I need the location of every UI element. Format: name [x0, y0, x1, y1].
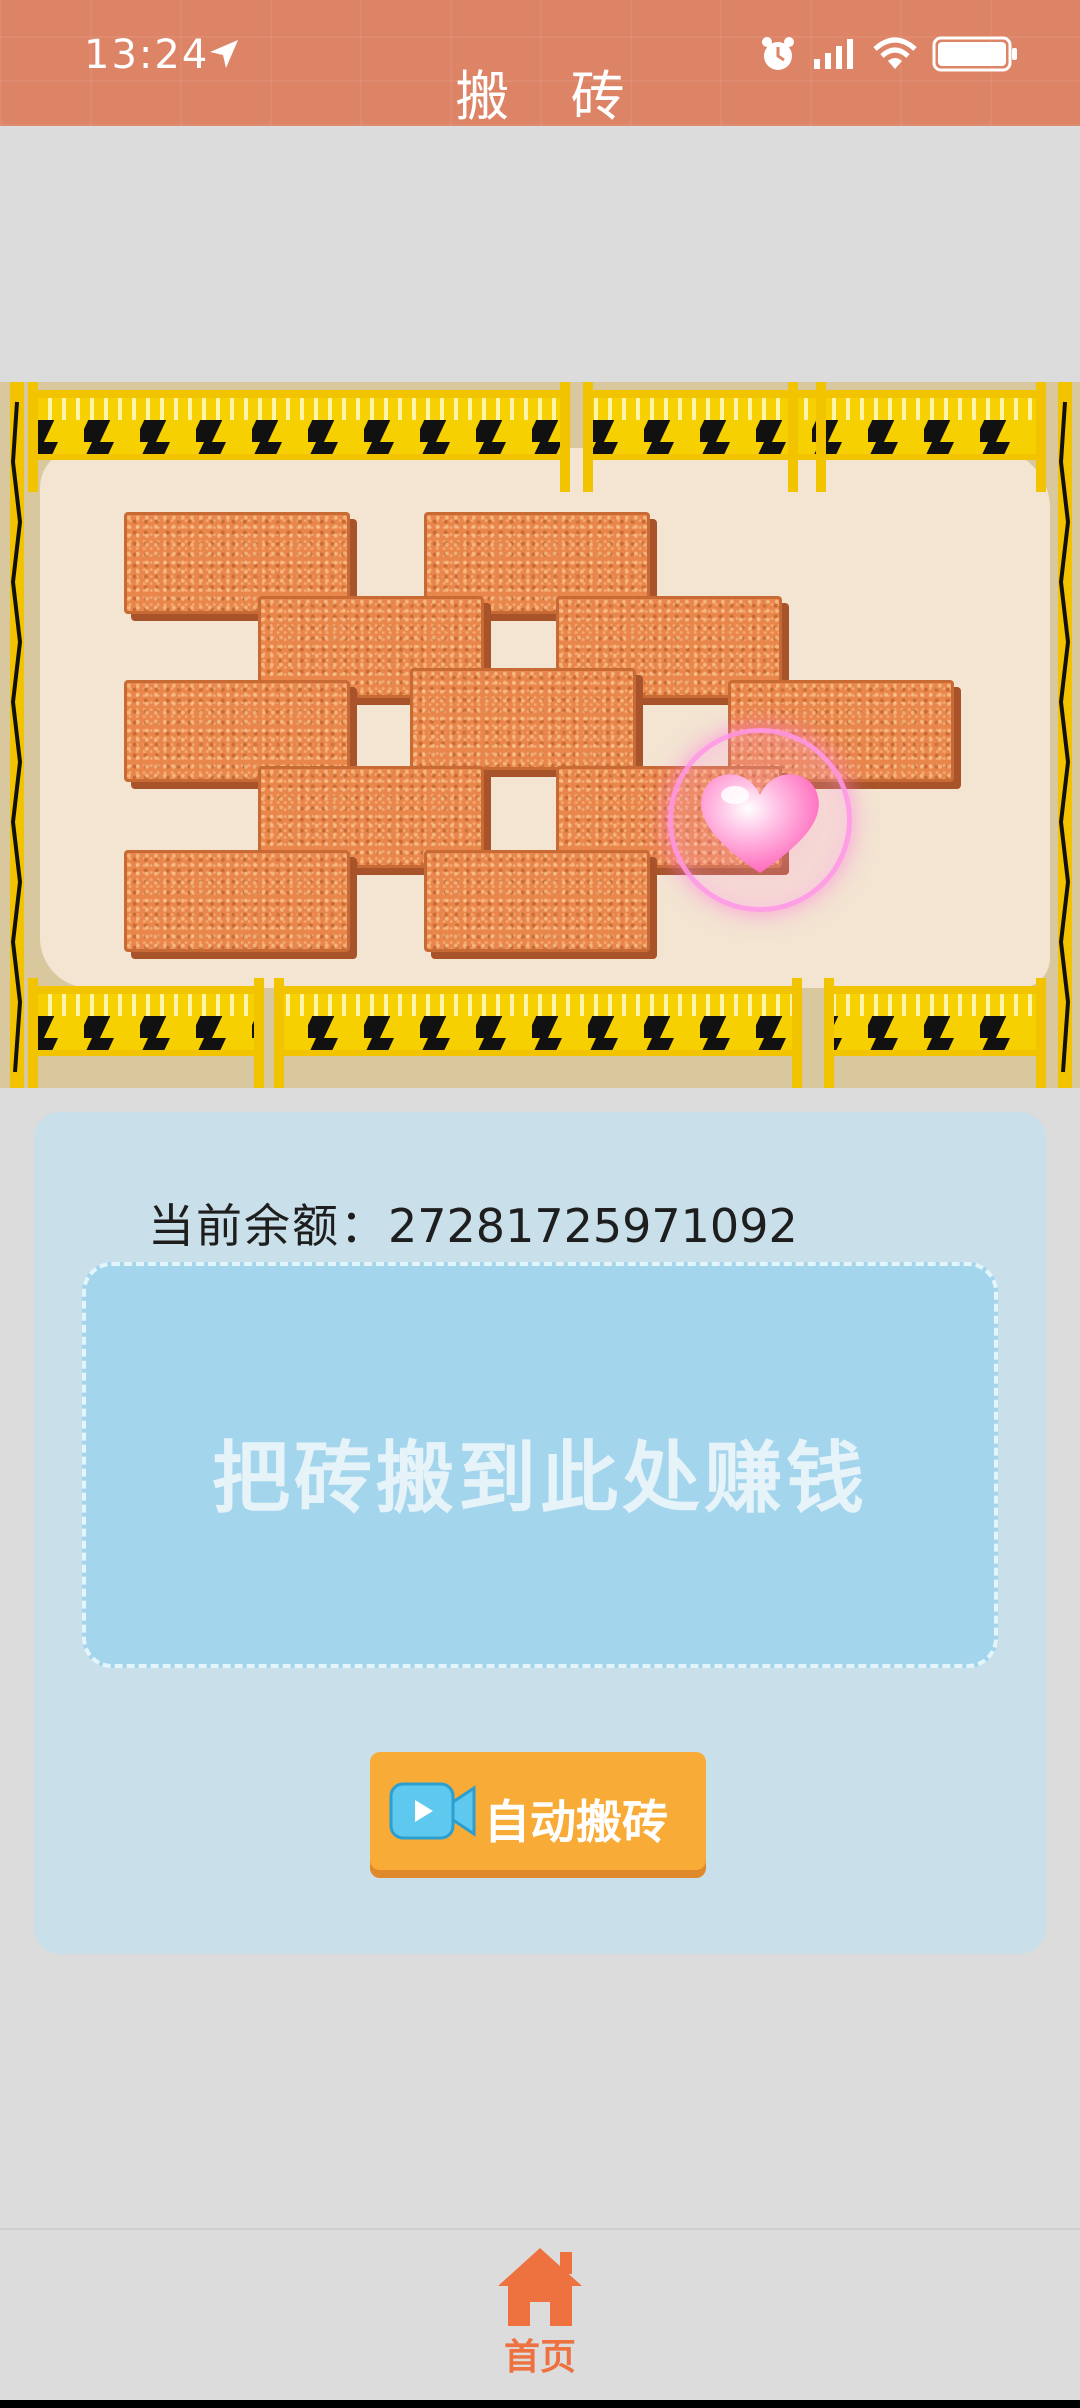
balance-value: 27281725971092 [388, 1199, 798, 1253]
gesture-bar [0, 2400, 1080, 2408]
construction-barrier-left [10, 382, 24, 1088]
header-bar: 13:24 搬 砖 [0, 0, 1080, 128]
auto-move-bricks-button[interactable]: 自动搬砖 [370, 1752, 706, 1870]
brick[interactable] [124, 850, 350, 952]
home-icon [498, 2248, 582, 2326]
construction-barrier-bottom [28, 978, 1046, 1088]
drop-zone-hint: 把砖搬到此处赚钱 [211, 1434, 868, 1524]
auto-move-label: 自动搬砖 [484, 1795, 668, 1849]
construction-barrier-top [28, 382, 1046, 492]
nav-item-home-label: 首页 [503, 2337, 576, 2378]
balance-label: 当前余额： [148, 1199, 388, 1253]
heart-cursor[interactable] [668, 728, 852, 912]
brick-drop-zone[interactable]: 把砖搬到此处赚钱 [82, 1262, 998, 1668]
video-camera-icon [389, 1782, 476, 1840]
page-title: 搬 砖 [455, 65, 647, 128]
balance-display: 当前余额：27281725971092 [148, 1190, 798, 1256]
nav-item-home[interactable]: 首页 [490, 2242, 590, 2378]
brick[interactable] [424, 850, 650, 952]
brick[interactable] [410, 668, 636, 770]
bottom-nav: 首页 [0, 2228, 1080, 2408]
construction-barrier-right [1058, 382, 1072, 1088]
heart-icon [701, 774, 819, 873]
